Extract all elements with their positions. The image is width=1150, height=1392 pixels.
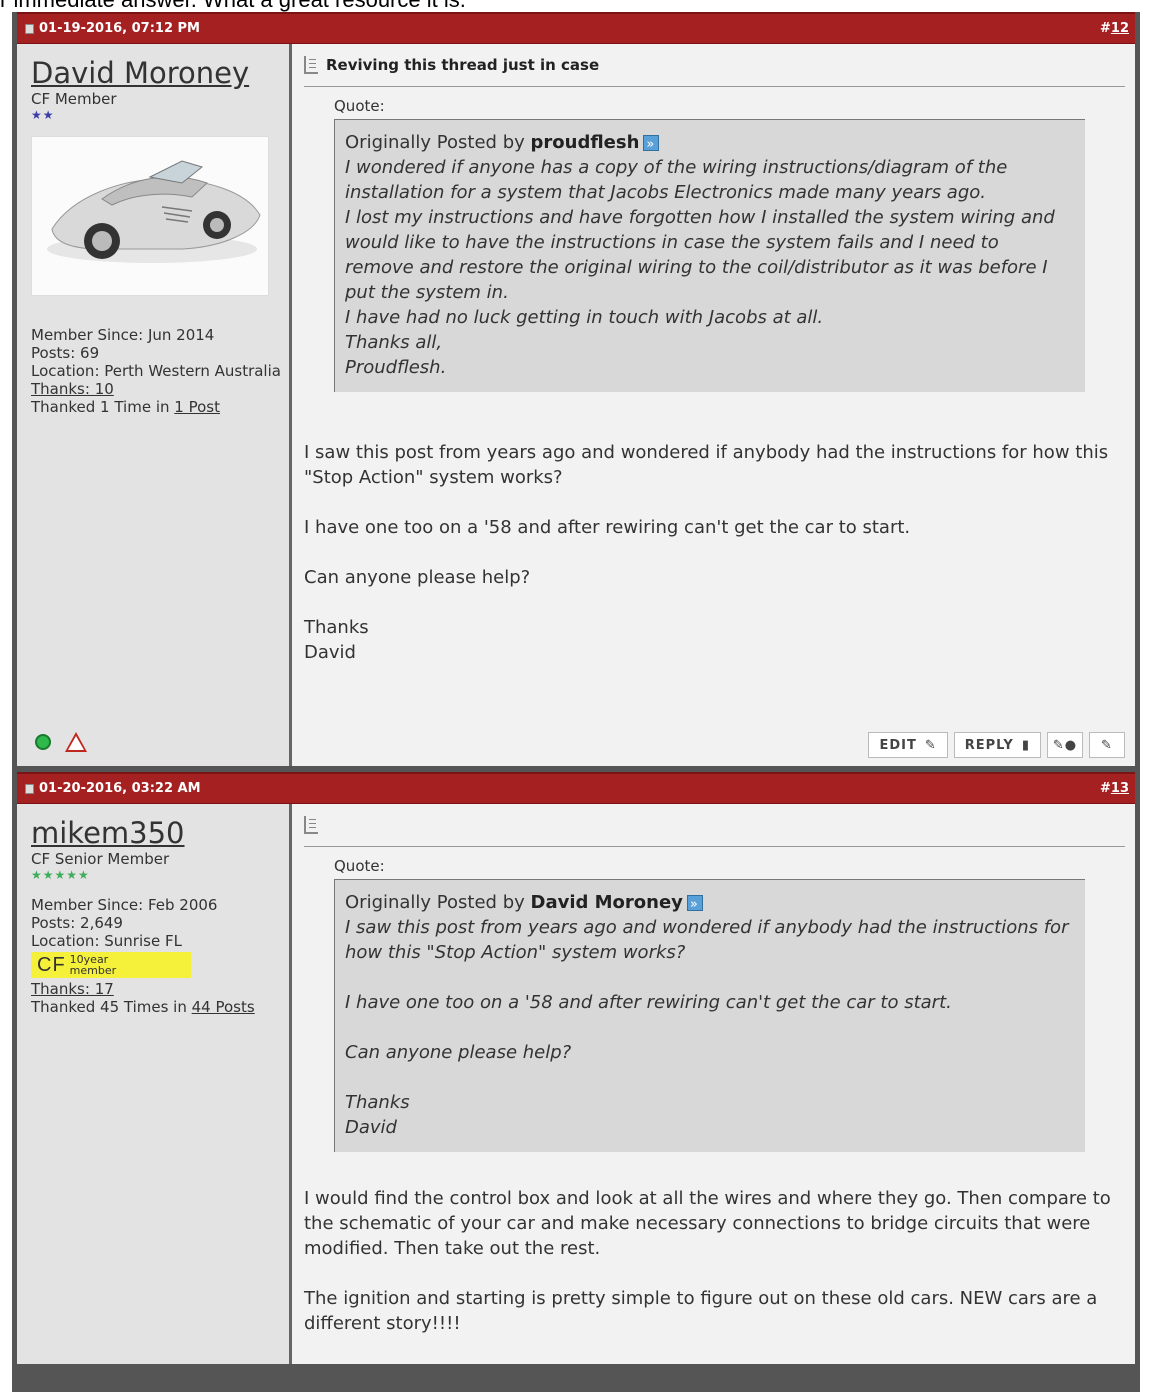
multiquote-icon: ✎● xyxy=(1052,737,1078,753)
username-link[interactable]: David Moroney xyxy=(31,56,281,90)
view-post-icon[interactable] xyxy=(686,892,703,917)
bookmark-icon: ▮ xyxy=(1021,737,1030,753)
user-title: CF Senior Member xyxy=(31,850,170,868)
corvette-avatar-image xyxy=(32,137,268,295)
pencil-icon: ✎ xyxy=(924,737,937,753)
edit-button[interactable]: EDIT ✎ xyxy=(868,732,948,758)
post-content: Quote: Originally Posted by David Morone… xyxy=(292,804,1135,1364)
post-permalink[interactable]: 13 xyxy=(1111,781,1129,796)
quote-block: Quote: Originally Posted by David Morone… xyxy=(334,857,1085,1152)
post-number: #12 xyxy=(1100,21,1129,36)
post-13: 01-20-2016, 03:22 AM #13 mikem350 CF Sen… xyxy=(17,772,1135,1364)
thanks-link[interactable]: Thanks: 17 xyxy=(31,980,114,998)
thanked-posts-link[interactable]: 1 Post xyxy=(174,398,220,416)
thanked-posts-link[interactable]: 44 Posts xyxy=(192,998,255,1016)
post-document-icon xyxy=(304,56,318,74)
quote-author: David Moroney xyxy=(530,892,683,913)
user-info-panel: David Moroney CF Member ★★ Member Since:… xyxy=(17,44,292,766)
rank-stars: ★★ xyxy=(31,108,55,122)
ten-year-member-badge: CF 10year member xyxy=(31,952,191,978)
post-date: 01-19-2016, 07:12 PM xyxy=(25,21,200,36)
quote-attribution: Originally Posted by proudflesh xyxy=(345,130,1071,157)
quick-reply-icon: ✎ xyxy=(1101,737,1113,753)
post-count: Posts: 69 xyxy=(31,344,100,362)
post-number: #13 xyxy=(1100,781,1129,796)
post-permalink[interactable]: 12 xyxy=(1111,21,1129,36)
quote-box: Originally Posted by David Moroney I saw… xyxy=(334,879,1085,1152)
quote-text: I wondered if anyone has a copy of the w… xyxy=(345,157,1055,378)
quote-box: Originally Posted by proudflesh I wonder… xyxy=(334,119,1085,392)
post-date: 01-20-2016, 03:22 AM xyxy=(25,781,201,796)
rank-stars: ★★★★★ xyxy=(31,868,90,882)
thanked-stat: Thanked 45 Times in 44 Posts xyxy=(31,998,255,1016)
post-header: 01-19-2016, 07:12 PM #12 xyxy=(17,12,1135,44)
post-status-icon xyxy=(25,783,34,794)
post-12: 01-19-2016, 07:12 PM #12 David Moroney C… xyxy=(17,12,1135,766)
user-info-panel: mikem350 CF Senior Member ★★★★★ Member S… xyxy=(17,804,292,1364)
location: Location: Perth Western Australia xyxy=(31,362,281,380)
location: Location: Sunrise FL xyxy=(31,932,182,950)
quick-reply-button[interactable]: ✎ xyxy=(1089,732,1125,758)
multi-quote-button[interactable]: ✎● xyxy=(1047,732,1083,758)
user-title: CF Member xyxy=(31,90,117,108)
thread-container: 01-19-2016, 07:12 PM #12 David Moroney C… xyxy=(12,12,1140,1392)
post-header: 01-20-2016, 03:22 AM #13 xyxy=(17,772,1135,804)
member-since: Member Since: Jun 2014 xyxy=(31,326,215,344)
quote-attribution: Originally Posted by David Moroney xyxy=(345,890,1071,917)
member-since: Member Since: Feb 2006 xyxy=(31,896,218,914)
online-status-icon xyxy=(35,734,51,750)
post-title: Reviving this thread just in case xyxy=(304,44,1125,87)
quote-label: Quote: xyxy=(334,857,385,875)
quote-label: Quote: xyxy=(334,97,385,115)
quote-block: Quote: Originally Posted by proudflesh I… xyxy=(334,97,1085,392)
quote-author: proudflesh xyxy=(530,132,640,153)
reply-button[interactable]: REPLY ▮ xyxy=(953,732,1041,758)
avatar[interactable] xyxy=(31,136,269,296)
post-content: Reviving this thread just in case Quote:… xyxy=(292,44,1135,766)
post-message: I would find the control box and look at… xyxy=(304,1188,1111,1334)
post-document-icon xyxy=(304,816,318,834)
post-message: I saw this post from years ago and wonde… xyxy=(304,442,1109,663)
quote-text: I saw this post from years ago and wonde… xyxy=(345,917,1069,1138)
post-title xyxy=(304,804,1125,847)
post-count: Posts: 2,649 xyxy=(31,914,123,932)
report-post-icon[interactable] xyxy=(65,732,87,752)
view-post-icon[interactable] xyxy=(643,132,660,157)
thanks-link[interactable]: Thanks: 10 xyxy=(31,380,114,398)
post-status-icon xyxy=(25,23,34,34)
post-actions: EDIT ✎ REPLY ▮ ✎● ✎ xyxy=(868,724,1125,766)
thanked-stat: Thanked 1 Time in 1 Post xyxy=(31,398,220,416)
username-link[interactable]: mikem350 xyxy=(31,816,281,850)
